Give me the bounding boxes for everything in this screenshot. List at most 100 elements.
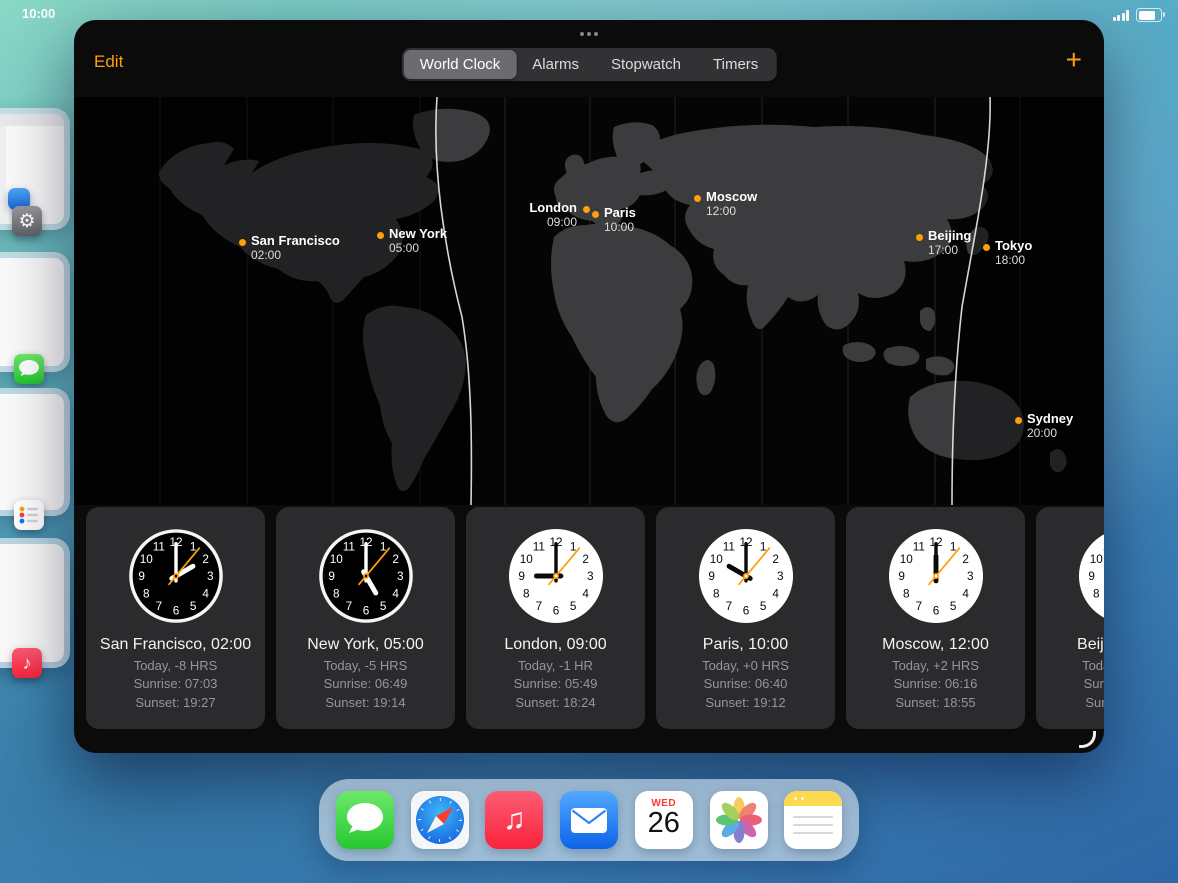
svg-text:9: 9 — [518, 570, 525, 583]
svg-text:11: 11 — [532, 540, 544, 553]
clock-sunrise: Sunrise: 06:06 — [1036, 676, 1104, 691]
city-name: Paris — [604, 205, 636, 220]
city-name: Tokyo — [995, 238, 1032, 253]
clock-sunrise: Sunrise: 05:49 — [466, 676, 645, 691]
svg-text:5: 5 — [949, 600, 956, 613]
tab-stopwatch[interactable]: Stopwatch — [595, 50, 697, 79]
city-name: Sydney — [1027, 411, 1073, 426]
svg-text:10: 10 — [139, 553, 153, 566]
world-clock-card-paris[interactable]: 121234567891011 Paris, 10:00 Today, +0 H… — [656, 507, 835, 729]
dock-icon-photos[interactable] — [710, 791, 768, 849]
world-clock-card-moscow[interactable]: 121234567891011 Moscow, 12:00 Today, +2 … — [846, 507, 1025, 729]
dock-icon-messages[interactable] — [336, 791, 394, 849]
analog-clock: 121234567891011 — [887, 527, 985, 625]
city-name: London — [529, 200, 577, 215]
svg-text:4: 4 — [202, 587, 209, 600]
svg-text:6: 6 — [932, 604, 939, 617]
svg-text:6: 6 — [552, 604, 559, 617]
edit-button[interactable]: Edit — [94, 52, 123, 72]
city-name: Moscow — [706, 189, 757, 204]
svg-text:11: 11 — [1102, 540, 1104, 553]
clock-city-time: Paris, 10:00 — [656, 636, 835, 654]
tab-world-clock[interactable]: World Clock — [404, 50, 517, 79]
svg-text:6: 6 — [362, 604, 369, 617]
city-time: 18:00 — [995, 253, 1025, 267]
svg-text:3: 3 — [207, 570, 214, 583]
svg-text:3: 3 — [777, 570, 784, 583]
messages-icon[interactable] — [14, 354, 44, 384]
settings-gear-icon[interactable]: ⚙ — [12, 206, 42, 236]
svg-text:10: 10 — [899, 553, 913, 566]
svg-text:7: 7 — [725, 600, 732, 613]
music-icon[interactable]: ♪ — [12, 648, 42, 678]
svg-text:2: 2 — [202, 553, 209, 566]
svg-text:9: 9 — [138, 570, 145, 583]
clock-sunset: Sunset: 18:32 — [1036, 695, 1104, 710]
world-clock-card-london[interactable]: 121234567891011 London, 09:00 Today, -1 … — [466, 507, 645, 729]
svg-text:11: 11 — [152, 540, 164, 553]
svg-text:7: 7 — [915, 600, 922, 613]
svg-text:9: 9 — [1088, 570, 1095, 583]
dock-icon-mail[interactable] — [560, 791, 618, 849]
app-preview — [0, 544, 64, 662]
clock-offset: Today, +0 HRS — [656, 658, 835, 673]
clock-sunrise: Sunrise: 06:40 — [656, 676, 835, 691]
svg-text:10: 10 — [329, 553, 343, 566]
tab-alarms[interactable]: Alarms — [516, 50, 595, 79]
clock-sunset: Sunset: 19:27 — [86, 695, 265, 710]
app-preview — [0, 258, 64, 366]
cellular-signal-icon — [1113, 10, 1130, 21]
svg-text:11: 11 — [722, 540, 734, 553]
svg-text:9: 9 — [708, 570, 715, 583]
svg-text:3: 3 — [397, 570, 404, 583]
svg-text:4: 4 — [772, 587, 779, 600]
svg-text:11: 11 — [342, 540, 354, 553]
svg-text:10: 10 — [1089, 553, 1103, 566]
analog-clock: 121234567891011 — [697, 527, 795, 625]
tab-timers[interactable]: Timers — [697, 50, 774, 79]
clock-offset: Today, -8 HRS — [86, 658, 265, 673]
svg-text:2: 2 — [392, 553, 399, 566]
stage-app-thumbnail[interactable] — [0, 388, 70, 516]
clock-city-time: London, 09:00 — [466, 636, 645, 654]
svg-text:3: 3 — [967, 570, 974, 583]
clock-sunset: Sunset: 19:12 — [656, 695, 835, 710]
city-name: San Francisco — [251, 233, 340, 248]
world-clock-card-san-francisco[interactable]: 121234567891011 San Francisco, 02:00 Tod… — [86, 507, 265, 729]
dock-icon-safari[interactable] — [411, 791, 469, 849]
analog-clock: 121234567891011 — [127, 527, 225, 625]
svg-text:8: 8 — [1093, 587, 1100, 600]
analog-clock: 121234567891011 — [317, 527, 415, 625]
city-dot-icon — [377, 232, 384, 239]
clock-app-window: Edit World Clock Alarms Stopwatch Timers… — [74, 20, 1104, 753]
dock: ♫ WED 26 — [319, 779, 859, 861]
clock-tabs: World Clock Alarms Stopwatch Timers — [402, 48, 777, 81]
clock-sunrise: Sunrise: 06:16 — [846, 676, 1025, 691]
analog-clock: 121234567891011 — [1077, 527, 1105, 625]
svg-text:4: 4 — [392, 587, 399, 600]
reminders-icon[interactable] — [14, 500, 44, 530]
dock-icon-music[interactable]: ♫ — [485, 791, 543, 849]
city-dot-icon — [694, 195, 701, 202]
city-time: 12:00 — [706, 204, 736, 218]
svg-text:4: 4 — [962, 587, 969, 600]
svg-text:6: 6 — [172, 604, 179, 617]
dock-icon-calendar[interactable]: WED 26 — [635, 791, 693, 849]
svg-text:8: 8 — [333, 587, 340, 600]
svg-text:5: 5 — [379, 600, 386, 613]
world-map: San Francisco02:00New York05:00London09:… — [74, 97, 1104, 505]
city-time: 05:00 — [389, 241, 419, 255]
world-clock-card-beijing[interactable]: 121234567891011 Beijing, 17:00 Today, +7… — [1036, 507, 1104, 729]
add-city-button[interactable]: + — [1066, 44, 1082, 76]
city-name: Beijing — [928, 228, 971, 243]
dock-icon-notes[interactable] — [784, 791, 842, 849]
world-clock-card-new-york[interactable]: 121234567891011 New York, 05:00 Today, -… — [276, 507, 455, 729]
city-dot-icon — [583, 206, 590, 213]
map-city-layer: San Francisco02:00New York05:00London09:… — [74, 97, 1104, 505]
city-dot-icon — [1015, 417, 1022, 424]
svg-text:2: 2 — [962, 553, 969, 566]
city-time: 02:00 — [251, 248, 281, 262]
clock-city-time: San Francisco, 02:00 — [86, 636, 265, 654]
svg-text:5: 5 — [189, 600, 196, 613]
clock-sunset: Sunset: 19:14 — [276, 695, 455, 710]
